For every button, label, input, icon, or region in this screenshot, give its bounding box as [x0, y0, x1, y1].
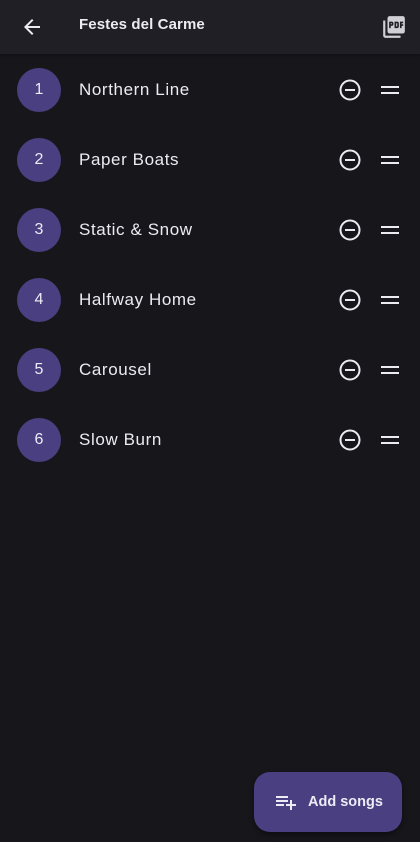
song-title: Static & Snow: [79, 220, 193, 239]
drag-handle[interactable]: [373, 143, 407, 177]
drag-handle[interactable]: [373, 353, 407, 387]
minus-circle-icon: [339, 219, 361, 241]
song-number-badge: 3: [17, 208, 61, 252]
song-number-badge: 1: [17, 68, 61, 112]
drag-handle-icon: [381, 156, 399, 164]
drag-handle-icon: [381, 226, 399, 234]
song-number-badge: 2: [17, 138, 61, 182]
pdf-export-button[interactable]: [374, 7, 414, 47]
back-button[interactable]: [12, 7, 52, 47]
pdf-export-icon: [383, 16, 405, 38]
add-songs-button[interactable]: Add songs: [254, 772, 402, 832]
song-number-badge: 4: [17, 278, 61, 322]
minus-circle-icon: [339, 429, 361, 451]
song-number-badge: 6: [17, 418, 61, 462]
song-title: Paper Boats: [79, 150, 180, 169]
minus-circle-icon: [339, 359, 361, 381]
song-row[interactable]: 1 Northern Line: [0, 55, 420, 125]
minus-circle-icon: [339, 149, 361, 171]
song-row[interactable]: 3 Static & Snow: [0, 195, 420, 265]
app-bar: Festes del Carme: [0, 0, 420, 54]
drag-handle[interactable]: [373, 73, 407, 107]
song-title: Northern Line: [79, 80, 190, 99]
song-title: Slow Burn: [79, 430, 162, 449]
song-row[interactable]: 2 Paper Boats: [0, 125, 420, 195]
remove-song-button[interactable]: [333, 213, 367, 247]
remove-song-button[interactable]: [333, 143, 367, 177]
song-list: 1 Northern Line 2 Paper Boats 3 Static &…: [0, 55, 420, 475]
song-title: Carousel: [79, 360, 152, 379]
song-title: Halfway Home: [79, 290, 197, 309]
song-row[interactable]: 4 Halfway Home: [0, 265, 420, 335]
drag-handle-icon: [381, 366, 399, 374]
add-songs-label: Add songs: [308, 794, 383, 810]
drag-handle-icon: [381, 296, 399, 304]
song-number-badge: 5: [17, 348, 61, 392]
drag-handle[interactable]: [373, 423, 407, 457]
playlist-add-icon: [276, 796, 296, 810]
drag-handle-icon: [381, 86, 399, 94]
song-row[interactable]: 6 Slow Burn: [0, 405, 420, 475]
drag-handle[interactable]: [373, 213, 407, 247]
remove-song-button[interactable]: [333, 353, 367, 387]
minus-circle-icon: [339, 79, 361, 101]
remove-song-button[interactable]: [333, 283, 367, 317]
song-row[interactable]: 5 Carousel: [0, 335, 420, 405]
drag-handle-icon: [381, 436, 399, 444]
minus-circle-icon: [339, 289, 361, 311]
setlist-screen: Festes del Carme 1 Northern Line 2 Paper…: [0, 0, 420, 842]
drag-handle[interactable]: [373, 283, 407, 317]
arrow-left-icon: [24, 19, 40, 35]
remove-song-button[interactable]: [333, 423, 367, 457]
page-title: Festes del Carme: [79, 16, 205, 33]
remove-song-button[interactable]: [333, 73, 367, 107]
